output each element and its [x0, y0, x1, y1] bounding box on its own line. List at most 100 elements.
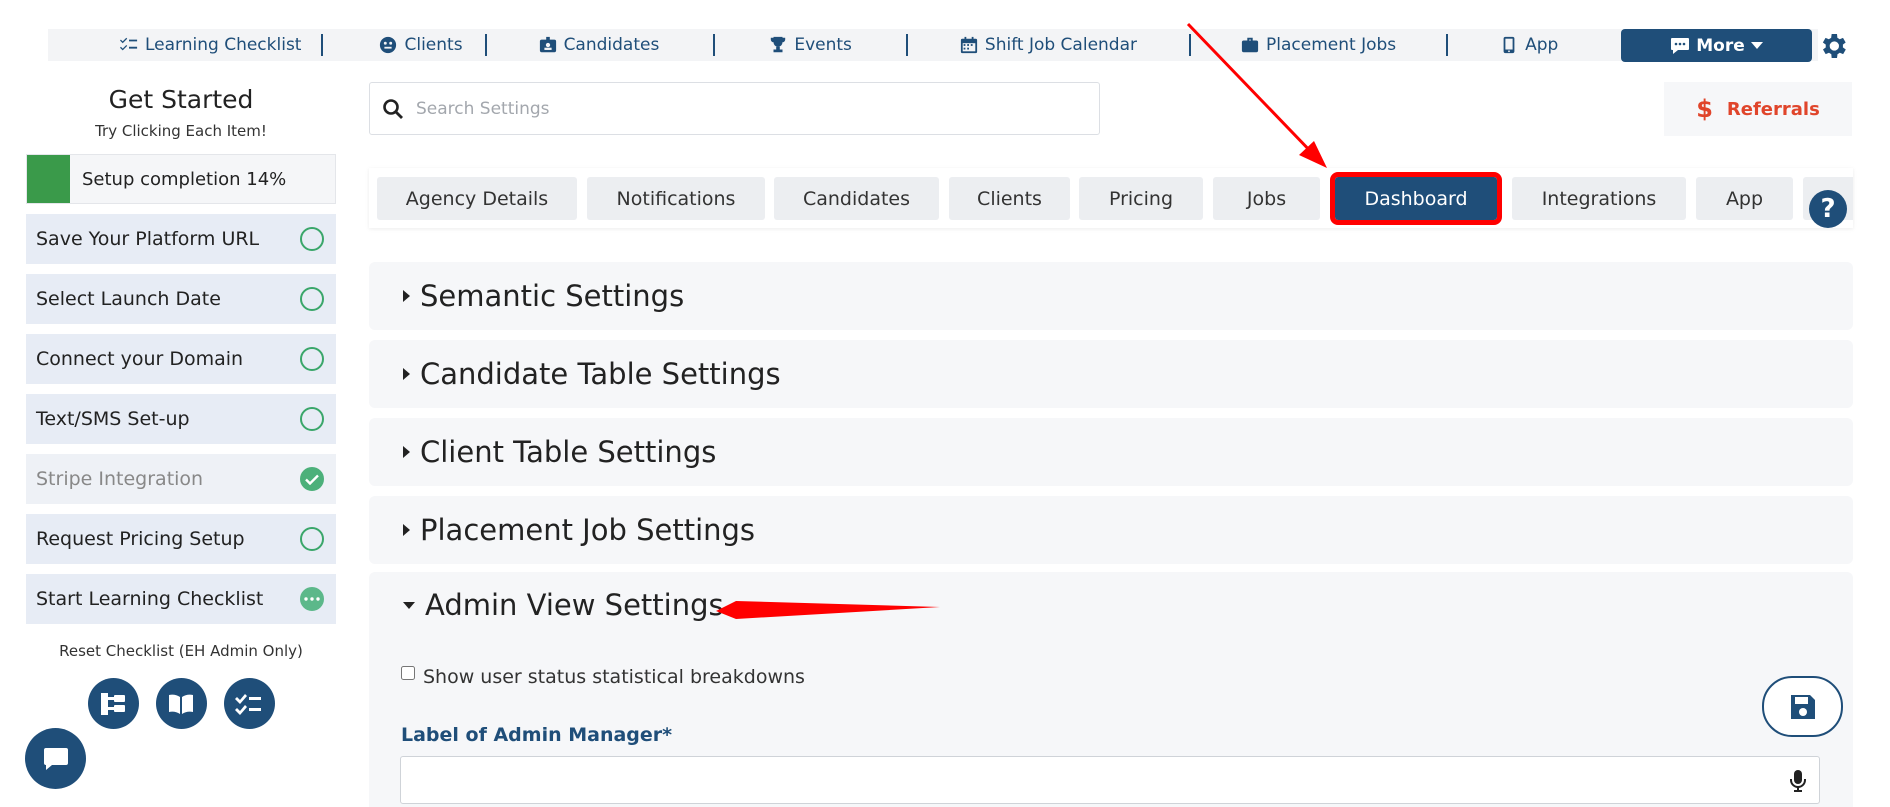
pending-circle-icon: [300, 527, 324, 551]
task-list-icon[interactable]: [223, 678, 275, 729]
tab-integrations[interactable]: Integrations: [1512, 177, 1686, 220]
nav-label: Events: [794, 35, 852, 55]
checklist-item-label: Save Your Platform URL: [36, 228, 260, 250]
nav-clients[interactable]: Clients: [323, 35, 484, 55]
checklist-item-learning[interactable]: Start Learning Checklist: [26, 574, 336, 624]
checklist-icon: [120, 37, 138, 51]
ellipsis-circle-icon: [300, 587, 324, 611]
admin-manager-field[interactable]: [400, 756, 1820, 804]
dollar-icon: $: [1696, 95, 1713, 123]
checklist-item-domain[interactable]: Connect your Domain: [26, 334, 336, 384]
microphone-icon[interactable]: [1789, 769, 1807, 793]
section-title: Client Table Settings: [420, 435, 717, 469]
nav-label: Candidates: [563, 35, 660, 55]
section-candidate-table-settings[interactable]: Candidate Table Settings: [369, 340, 1853, 408]
section-title: Candidate Table Settings: [420, 357, 781, 391]
pending-circle-icon: [300, 287, 324, 311]
more-label: More: [1696, 35, 1745, 56]
admin-view-header[interactable]: Admin View Settings: [403, 588, 724, 622]
section-client-table-settings[interactable]: Client Table Settings: [369, 418, 1853, 486]
checklist-item-sms[interactable]: Text/SMS Set-up: [26, 394, 336, 444]
admin-manager-label: Label of Admin Manager*: [401, 724, 673, 746]
section-semantic-settings[interactable]: Semantic Settings: [369, 262, 1853, 330]
search-input[interactable]: [416, 98, 1056, 119]
status-breakdown-option[interactable]: Show user status statistical breakdowns: [401, 666, 805, 688]
status-breakdown-checkbox[interactable]: [401, 666, 415, 680]
gear-icon[interactable]: [1817, 30, 1849, 62]
nav-placement-jobs[interactable]: Placement Jobs: [1191, 35, 1446, 55]
check-circle-icon: [300, 467, 324, 491]
calendar-icon: [960, 36, 978, 54]
checklist-item-label: Stripe Integration: [36, 468, 204, 490]
pending-circle-icon: [300, 407, 324, 431]
briefcase-icon: [1241, 37, 1259, 53]
progress-fill: [27, 155, 70, 203]
nav-app[interactable]: App: [1448, 35, 1578, 55]
client-icon: [380, 36, 397, 54]
nav-candidates[interactable]: Candidates: [487, 35, 714, 55]
checklist-item-label: Text/SMS Set-up: [36, 408, 190, 430]
checklist-item-label: Select Launch Date: [36, 288, 221, 310]
search-icon: [383, 98, 403, 119]
progress-label: Setup completion 14%: [82, 168, 287, 190]
sitemap-icon[interactable]: [87, 678, 139, 729]
checklist-item-platform-url[interactable]: Save Your Platform URL: [26, 214, 336, 264]
top-nav: Learning Checklist Clients Candidates Ev…: [48, 29, 1818, 61]
caret-right-icon: [403, 524, 410, 536]
nav-label: Clients: [404, 35, 463, 55]
section-admin-view-settings: Admin View Settings Show user status sta…: [369, 572, 1853, 807]
nav-learning-checklist[interactable]: Learning Checklist: [100, 35, 321, 55]
checklist-item-pricing[interactable]: Request Pricing Setup: [26, 514, 336, 564]
referrals-button[interactable]: $ Referrals: [1664, 82, 1852, 136]
more-menu-button[interactable]: More: [1621, 29, 1812, 62]
section-title: Placement Job Settings: [420, 513, 756, 547]
settings-search[interactable]: [369, 82, 1100, 135]
section-title: Admin View Settings: [425, 588, 724, 622]
get-started-sidebar: Get Started Try Clicking Each Item! Setu…: [26, 80, 336, 729]
sidebar-subtitle: Try Clicking Each Item!: [95, 122, 267, 140]
reset-checklist-link[interactable]: Reset Checklist (EH Admin Only): [26, 642, 336, 660]
pending-circle-icon: [300, 227, 324, 251]
referrals-label: Referrals: [1726, 98, 1820, 120]
chat-icon: [43, 747, 68, 770]
sidebar-shortcuts: [26, 678, 336, 729]
caret-down-icon: [1750, 41, 1763, 49]
tab-clients[interactable]: Clients: [949, 177, 1070, 220]
checkbox-label: Show user status statistical breakdowns: [423, 666, 805, 688]
tab-notifications[interactable]: Notifications: [587, 177, 765, 220]
badge-icon: [539, 36, 556, 53]
section-title: Semantic Settings: [420, 279, 685, 313]
caret-down-icon: [403, 601, 415, 609]
tab-agency-details[interactable]: Agency Details: [377, 177, 577, 220]
section-placement-job-settings[interactable]: Placement Job Settings: [369, 496, 1853, 564]
checklist-item-label: Request Pricing Setup: [36, 528, 245, 550]
save-button[interactable]: [1762, 676, 1843, 737]
tab-candidates[interactable]: Candidates: [774, 177, 939, 220]
help-button[interactable]: ?: [1809, 190, 1847, 228]
nav-label: App: [1525, 35, 1559, 55]
settings-tabs: Agency Details Notifications Candidates …: [369, 168, 1853, 228]
floppy-disk-icon: [1790, 694, 1815, 719]
sidebar-title: Get Started: [108, 85, 254, 114]
setup-progress: Setup completion 14%: [26, 154, 336, 204]
phone-icon: [1503, 36, 1515, 54]
checklist-item-stripe[interactable]: Stripe Integration: [26, 454, 336, 504]
caret-right-icon: [403, 446, 410, 458]
tab-dashboard[interactable]: Dashboard: [1330, 172, 1502, 225]
nav-label: Learning Checklist: [145, 35, 302, 55]
open-book-icon[interactable]: [155, 678, 207, 729]
pending-circle-icon: [300, 347, 324, 371]
tab-pricing[interactable]: Pricing: [1079, 177, 1203, 220]
caret-right-icon: [403, 368, 410, 380]
tab-app[interactable]: App: [1696, 177, 1793, 220]
nav-label: Shift Job Calendar: [984, 35, 1138, 55]
tab-jobs[interactable]: Jobs: [1213, 177, 1320, 220]
checklist-item-launch-date[interactable]: Select Launch Date: [26, 274, 336, 324]
checklist-item-label: Start Learning Checklist: [36, 588, 264, 610]
nav-shift-job-calendar[interactable]: Shift Job Calendar: [908, 35, 1189, 55]
nav-events[interactable]: Events: [715, 35, 906, 55]
chat-launcher[interactable]: [25, 728, 86, 789]
caret-right-icon: [403, 290, 410, 302]
trophy-icon: [771, 36, 786, 53]
chat-bubble-icon: [1671, 37, 1690, 54]
